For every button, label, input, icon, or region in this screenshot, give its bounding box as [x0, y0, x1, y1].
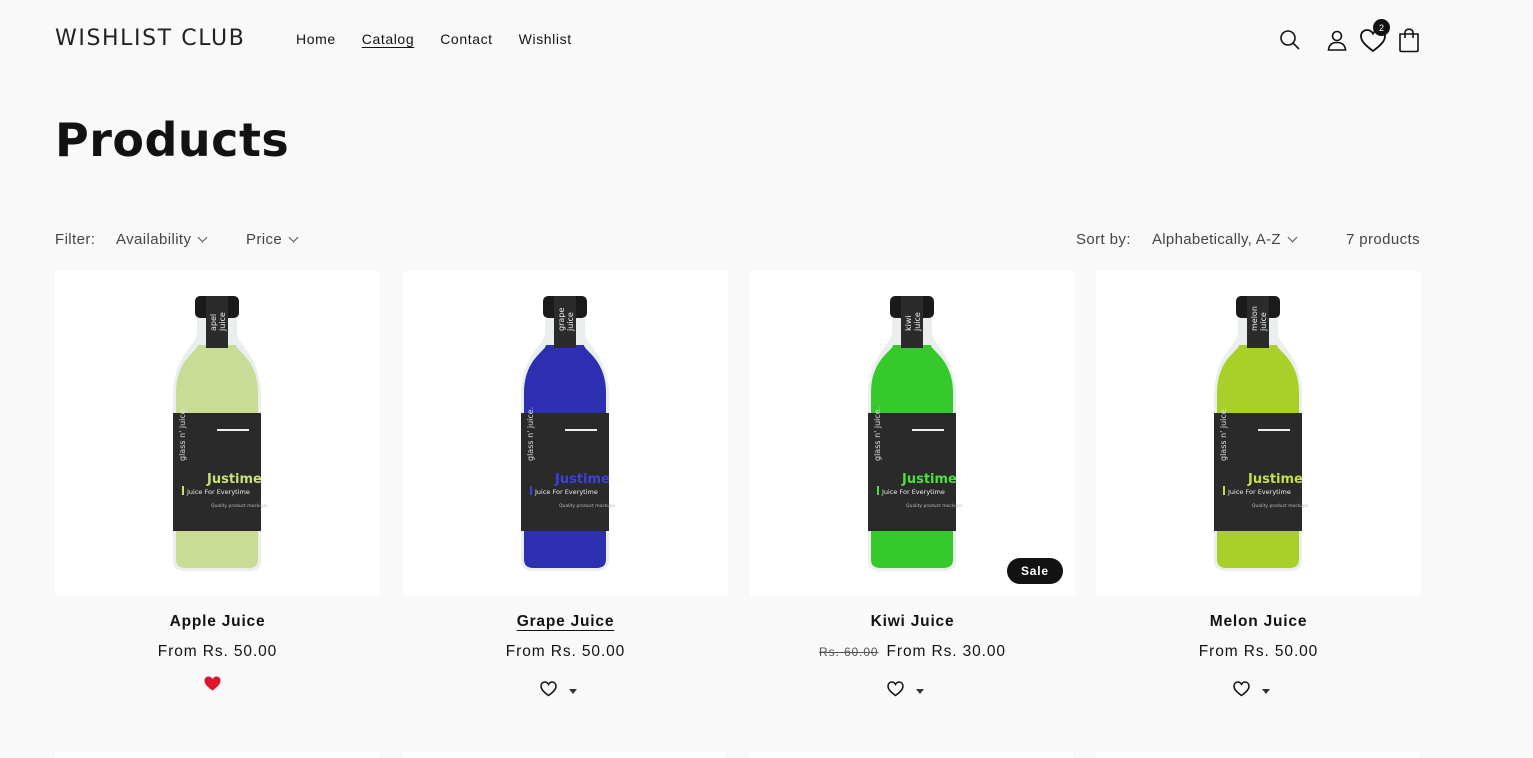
svg-text:glass n' juice.: glass n' juice. [1219, 407, 1228, 461]
search-icon[interactable] [1278, 28, 1302, 52]
sort-select[interactable]: Alphabetically, A-Z [1152, 231, 1298, 248]
filter-availability-label: Availability [116, 231, 192, 248]
account-icon[interactable] [1325, 28, 1349, 52]
product-card-next-row [403, 752, 725, 758]
product-title-text[interactable]: Apple Juice [170, 613, 266, 630]
product-card-next-row [750, 752, 1073, 758]
main-nav: Home Catalog Contact Wishlist [296, 31, 598, 47]
product-image[interactable]: melon juice glass n' juice. Justime Juic… [1096, 271, 1421, 596]
wishlist-heart-icon[interactable] [540, 681, 557, 697]
product-title-text[interactable]: Grape Juice [517, 613, 615, 630]
product-card: melon juice glass n' juice. Justime Juic… [1096, 271, 1421, 711]
site-logo[interactable]: WISHLIST CLUB [55, 26, 245, 51]
svg-text:Quality product mockups: Quality product mockups [906, 503, 962, 509]
product-card: apel juice glass n' juice. Justime Juice… [55, 271, 380, 711]
svg-text:juice: juice [1259, 312, 1268, 332]
wishlist-count-badge: 2 [1373, 19, 1390, 36]
product-price: From Rs. 50.00 [403, 643, 728, 661]
svg-text:Quality product mockups: Quality product mockups [559, 503, 615, 509]
sale-price: From Rs. 50.00 [505, 643, 626, 660]
juice-bottle-image: melon juice glass n' juice. Justime Juic… [1214, 296, 1308, 571]
wishlist-heart-icon[interactable] [1233, 681, 1250, 697]
svg-text:Justime: Justime [206, 472, 262, 487]
svg-text:grape: grape [557, 308, 566, 331]
svg-text:Quality product mockups: Quality product mockups [211, 503, 267, 509]
wishlist-controls [1096, 676, 1421, 700]
wishlist-dropdown-caret[interactable] [916, 689, 924, 694]
nav-contact[interactable]: Contact [440, 31, 492, 47]
filter-price-label: Price [246, 231, 283, 248]
product-image[interactable]: grape juice glass n' juice. Justime Juic… [403, 271, 728, 596]
svg-text:glass n' juice.: glass n' juice. [178, 407, 187, 461]
cart-icon[interactable] [1397, 28, 1421, 53]
wishlist-controls [750, 676, 1075, 700]
wishlist-dropdown-caret[interactable] [1262, 689, 1270, 694]
nav-wishlist[interactable]: Wishlist [519, 31, 572, 47]
sort-select-value: Alphabetically, A-Z [1152, 231, 1281, 248]
product-title[interactable]: Kiwi Juice [750, 613, 1075, 631]
site-header: WISHLIST CLUB Home Catalog Contact Wishl… [0, 0, 1533, 80]
wishlisted-heart-icon[interactable] [204, 676, 221, 691]
nav-catalog[interactable]: Catalog [362, 31, 414, 47]
filter-price[interactable]: Price [246, 231, 299, 248]
sale-price: From Rs. 50.00 [157, 643, 278, 660]
svg-text:Justime: Justime [554, 472, 610, 487]
nav-home[interactable]: Home [296, 31, 336, 47]
svg-text:Quality product mockups: Quality product mockups [1252, 503, 1308, 509]
chevron-down-icon [288, 232, 299, 243]
svg-text:glass n' juice.: glass n' juice. [526, 407, 535, 461]
product-image[interactable]: kiwi juice glass n' juice. Justime Juice… [750, 271, 1075, 596]
svg-text:Justime: Justime [1247, 472, 1303, 487]
product-card: grape juice glass n' juice. Justime Juic… [403, 271, 728, 711]
compare-at-price: Rs. 60.00 [819, 645, 879, 659]
product-price: From Rs. 50.00 [1096, 643, 1421, 661]
wishlist-dropdown-caret[interactable] [569, 689, 577, 694]
sale-badge: Sale [1007, 558, 1063, 584]
sale-price: From Rs. 30.00 [886, 643, 1006, 660]
svg-text:kiwi: kiwi [904, 315, 913, 331]
juice-bottle-image: apel juice glass n' juice. Justime Juice… [173, 296, 267, 571]
svg-text:Juice For Everytime: Juice For Everytime [534, 488, 598, 496]
svg-text:glass n' juice.: glass n' juice. [873, 407, 882, 461]
wishlist-controls [403, 676, 728, 700]
product-image[interactable]: apel juice glass n' juice. Justime Juice… [55, 271, 380, 596]
product-price: From Rs. 50.00 [55, 643, 380, 661]
juice-bottle-image: kiwi juice glass n' juice. Justime Juice… [868, 296, 962, 571]
svg-text:juice: juice [913, 312, 922, 332]
product-title-text[interactable]: Kiwi Juice [871, 613, 955, 630]
chevron-down-icon [1287, 232, 1298, 243]
filter-label: Filter: [55, 231, 96, 248]
svg-text:apel: apel [209, 314, 218, 331]
page-title: Products [55, 113, 290, 167]
wishlist-heart-icon[interactable] [887, 681, 904, 697]
juice-bottle-image: grape juice glass n' juice. Justime Juic… [521, 296, 615, 571]
svg-text:juice: juice [218, 312, 227, 332]
svg-text:Justime: Justime [901, 472, 957, 487]
wishlist-controls [55, 676, 380, 700]
product-count: 7 products [1345, 231, 1420, 248]
product-title-text[interactable]: Melon Juice [1210, 613, 1308, 630]
sale-price: From Rs. 50.00 [1198, 643, 1319, 660]
sort-label: Sort by: [1076, 231, 1131, 248]
product-card-next-row [55, 752, 380, 758]
svg-text:juice: juice [566, 312, 575, 332]
product-price: Rs. 60.00 From Rs. 30.00 [750, 643, 1075, 661]
product-title[interactable]: Grape Juice [403, 613, 728, 631]
svg-text:Juice For Everytime: Juice For Everytime [1227, 488, 1291, 496]
svg-text:Juice For Everytime: Juice For Everytime [186, 488, 250, 496]
chevron-down-icon [197, 232, 208, 243]
product-title[interactable]: Melon Juice [1096, 613, 1421, 631]
product-title[interactable]: Apple Juice [55, 613, 380, 631]
product-card: kiwi juice glass n' juice. Justime Juice… [750, 271, 1075, 711]
filter-availability[interactable]: Availability [116, 231, 208, 248]
svg-text:melon: melon [1250, 306, 1259, 331]
product-card-next-row [1096, 752, 1420, 758]
svg-text:Juice For Everytime: Juice For Everytime [881, 488, 945, 496]
facets-toolbar: Filter: Availability Price Sort by: Alph… [55, 229, 1420, 251]
